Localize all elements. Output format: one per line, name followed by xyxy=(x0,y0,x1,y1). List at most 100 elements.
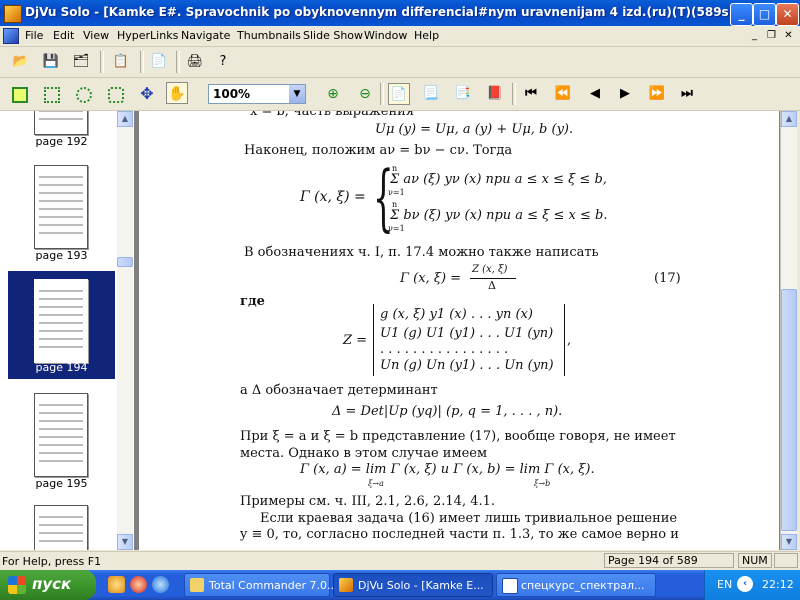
task-total-commander[interactable]: Total Commander 7.0... xyxy=(184,573,338,597)
insert-page-icon[interactable]: 📄 xyxy=(148,51,170,73)
select-ellipse-icon[interactable] xyxy=(72,83,94,105)
task-label: DjVu Solo - [Kamke E... xyxy=(358,579,484,592)
next-page-icon[interactable]: ▶ xyxy=(614,83,636,105)
limit-subscript: ξ→a xyxy=(368,479,384,488)
gamma-lhs: Γ (x, ξ) = xyxy=(300,189,366,205)
task-word-document[interactable]: спецкурс_спектрал... xyxy=(496,573,656,597)
mdi-close-button[interactable]: ✕ xyxy=(782,29,795,42)
djvu-icon xyxy=(339,578,353,592)
mdi-restore-button[interactable]: ❐ xyxy=(765,29,778,42)
djvu-app-icon[interactable] xyxy=(4,5,22,23)
export-icon[interactable]: 🗂 xyxy=(70,51,92,73)
scroll-down-icon[interactable]: ▼ xyxy=(781,534,797,550)
next-screen-icon[interactable]: ⏩ xyxy=(646,83,668,105)
document-scrollbar[interactable]: ▲ ▼ xyxy=(780,111,797,550)
equation-case: Σ bν (ξ) yν (x) при a ≤ ξ ≤ x ≤ b. xyxy=(390,208,608,223)
menu-slide-show[interactable]: Slide Show xyxy=(303,29,363,42)
menu-file[interactable]: File xyxy=(25,29,43,42)
scroll-thumb[interactable] xyxy=(781,289,797,531)
separator xyxy=(140,51,144,73)
page-preview xyxy=(34,279,88,363)
determinant-bar xyxy=(373,304,374,376)
thumbnail-page-selected[interactable]: page 194 xyxy=(8,271,115,379)
separator xyxy=(512,83,516,105)
paste-icon[interactable]: 📋 xyxy=(110,51,132,73)
maximize-button[interactable]: □ xyxy=(753,3,776,26)
chevron-left-icon[interactable]: ‹ xyxy=(737,576,753,592)
menu-thumbnails[interactable]: Thumbnails xyxy=(237,29,301,42)
quick-launch-icon[interactable] xyxy=(108,576,125,593)
start-button[interactable]: пуск xyxy=(0,570,96,600)
system-tray: EN ‹ 22:12 xyxy=(704,570,800,600)
fit-page-icon[interactable]: 📄 xyxy=(388,83,410,105)
prev-page-icon[interactable]: ◀ xyxy=(584,83,606,105)
page-preview xyxy=(34,505,88,550)
text-line: где xyxy=(240,294,265,309)
select-rect-icon[interactable] xyxy=(8,83,30,105)
pan-move-icon[interactable]: ✥ xyxy=(136,83,158,105)
text-layer-icon[interactable]: 📕 xyxy=(484,83,506,105)
determinant-bar xyxy=(564,304,565,376)
prev-screen-icon[interactable]: ⏪ xyxy=(552,83,574,105)
thumbnail-page[interactable] xyxy=(8,505,115,550)
thumbnail-page[interactable]: page 193 xyxy=(8,165,115,273)
num-lock-indicator: NUM xyxy=(738,553,772,568)
first-page-icon[interactable]: ⏮ xyxy=(520,83,542,105)
actual-size-icon[interactable]: 📑 xyxy=(452,83,474,105)
scroll-up-icon[interactable]: ▲ xyxy=(117,111,133,127)
close-button[interactable]: ✕ xyxy=(776,3,799,26)
menu-view[interactable]: View xyxy=(83,29,109,42)
select-region-icon[interactable] xyxy=(40,83,62,105)
task-djvu-solo[interactable]: DjVu Solo - [Kamke E... xyxy=(333,573,493,597)
minimize-button[interactable]: _ xyxy=(730,3,753,26)
zoom-in-icon[interactable]: ⊕ xyxy=(322,83,344,105)
select-polygon-icon[interactable] xyxy=(104,83,126,105)
menu-hyperlinks[interactable]: HyperLinks xyxy=(117,29,178,42)
text-line: Если краевая задача (16) имеет лишь трив… xyxy=(260,511,678,526)
menu-navigate[interactable]: Navigate xyxy=(181,29,230,42)
separator xyxy=(100,51,104,73)
save-icon[interactable]: 💾 xyxy=(40,51,62,73)
browser-icon[interactable] xyxy=(152,576,169,593)
hand-tool-icon[interactable]: ✋ xyxy=(166,82,188,104)
view-toolbar: ✥ ✋ 100% ▼ ⊕ ⊖ 📄 📃 📑 📕 ⏮ ⏪ ◀ ▶ ⏩ ⏭ xyxy=(0,78,800,111)
scroll-up-icon[interactable]: ▲ xyxy=(781,111,797,127)
document-page: x = b, часть выражения Uμ (y) = Uμ, a (y… xyxy=(139,111,779,550)
thumbnail-page[interactable]: page 192 xyxy=(8,111,115,159)
matrix-row: U1 (g) U1 (y1) . . . U1 (yn) xyxy=(380,326,554,341)
chevron-down-icon[interactable]: ▼ xyxy=(289,85,305,103)
title-bar: DjVu Solo - [Kamke E#. Spravochnik po ob… xyxy=(0,0,800,26)
menu-help[interactable]: Help xyxy=(414,29,439,42)
document-view[interactable]: x = b, часть выражения Uμ (y) = Uμ, a (y… xyxy=(135,111,780,550)
thumbnail-pane[interactable]: page 192 page 193 page 194 page 195 ▲ ▼ xyxy=(0,111,135,550)
main-toolbar: 📂 💾 🗂 📋 📄 🖨 ? xyxy=(0,47,800,78)
scroll-down-icon[interactable]: ▼ xyxy=(117,534,133,550)
sum-limit: ν=1 xyxy=(388,224,405,233)
taskbar: пуск Total Commander 7.0... DjVu Solo - … xyxy=(0,570,800,600)
window-title: DjVu Solo - [Kamke E#. Spravochnik po ob… xyxy=(25,5,740,19)
text-line: места. Однако в этом случае имеем xyxy=(240,446,488,461)
zoom-select[interactable]: 100% ▼ xyxy=(208,84,306,104)
help-question-icon[interactable]: ? xyxy=(212,51,234,73)
thumbnail-label: page 195 xyxy=(35,477,88,490)
media-player-icon[interactable] xyxy=(130,576,147,593)
thumbnail-page[interactable]: page 195 xyxy=(8,393,115,501)
comma: , xyxy=(567,333,572,348)
clock[interactable]: 22:12 xyxy=(762,578,794,591)
mdi-minimize-button[interactable]: _ xyxy=(748,29,761,42)
fit-width-icon[interactable]: 📃 xyxy=(420,83,442,105)
separator xyxy=(380,83,384,105)
text-line: При ξ = a и ξ = b представление (17), во… xyxy=(240,429,676,444)
scroll-thumb[interactable] xyxy=(117,257,133,267)
last-page-icon[interactable]: ⏭ xyxy=(676,83,698,105)
thumbnail-scrollbar[interactable]: ▲ ▼ xyxy=(117,111,133,550)
language-indicator[interactable]: EN xyxy=(717,578,732,591)
document-icon[interactable] xyxy=(3,28,19,44)
menu-edit[interactable]: Edit xyxy=(53,29,74,42)
menu-window[interactable]: Window xyxy=(364,29,407,42)
open-icon[interactable]: 📂 xyxy=(10,51,32,73)
sum-limit: ν=1 xyxy=(388,188,405,197)
zoom-out-icon[interactable]: ⊖ xyxy=(354,83,376,105)
print-icon[interactable]: 🖨 xyxy=(184,51,206,73)
equation-case: Σ aν (ξ) yν (x) при a ≤ x ≤ ξ ≤ b, xyxy=(390,172,607,187)
